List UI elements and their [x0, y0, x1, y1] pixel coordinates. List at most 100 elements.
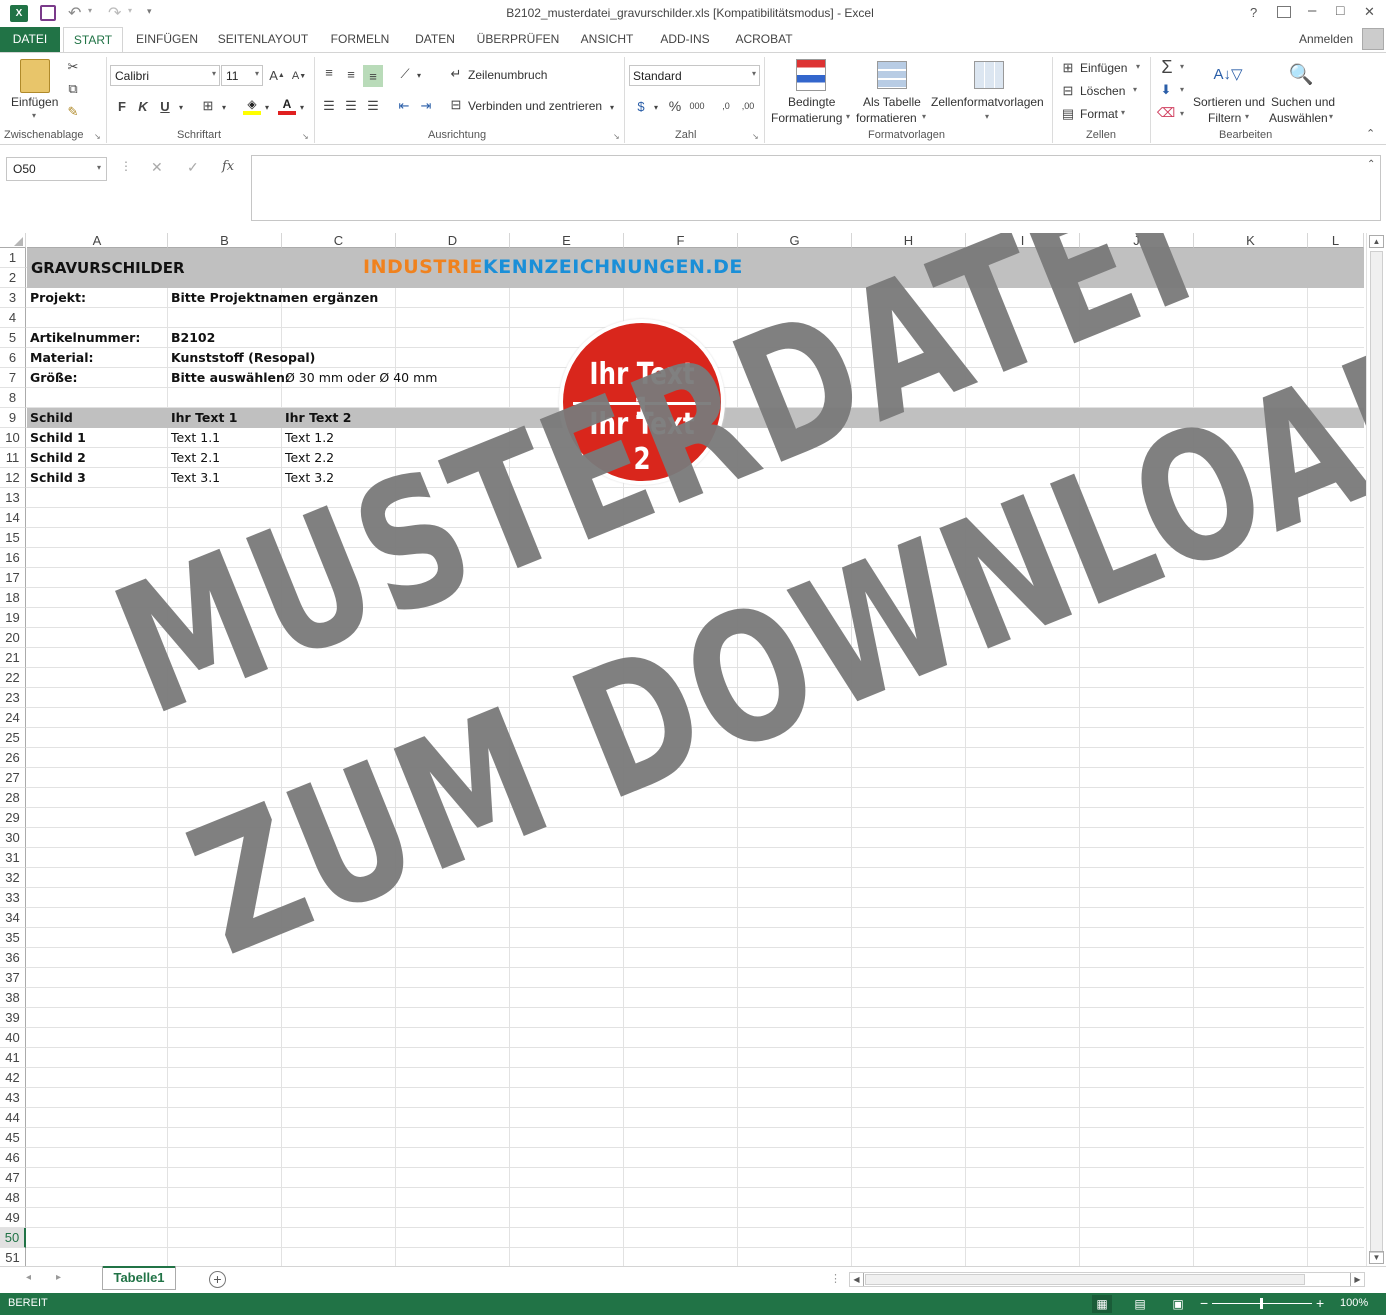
- article-label[interactable]: Artikelnummer:: [27, 328, 140, 348]
- merge-center-button[interactable]: Verbinden und zentrieren: [468, 99, 602, 113]
- page-break-view-icon[interactable]: ▣: [1170, 1295, 1186, 1313]
- row-header-24[interactable]: 24: [0, 708, 26, 728]
- project-value[interactable]: Bitte Projektnamen ergänzen: [168, 288, 378, 308]
- decrease-indent-icon[interactable]: ⇤: [395, 97, 413, 115]
- row-header-50[interactable]: 50: [0, 1228, 26, 1248]
- number-format-select[interactable]: Standard ▾: [629, 65, 760, 86]
- decrease-font-icon[interactable]: A ▼: [291, 67, 307, 85]
- cell-styles-dropdown-icon[interactable]: ▾: [985, 112, 989, 121]
- merge-dropdown-icon[interactable]: ▾: [607, 101, 617, 113]
- tab-add-ins[interactable]: ADD-INS: [652, 27, 718, 52]
- orientation-icon[interactable]: ⟋: [396, 65, 414, 83]
- clear-icon[interactable]: ⌫: [1157, 104, 1175, 122]
- table-cell-r2-text2[interactable]: Text 2.2: [282, 448, 334, 468]
- sheet-tab-tabelle1[interactable]: Tabelle1: [102, 1266, 176, 1290]
- row-header-15[interactable]: 15: [0, 528, 26, 548]
- row-header-32[interactable]: 32: [0, 868, 26, 888]
- italic-button[interactable]: K: [134, 97, 152, 115]
- cell-styles-icon[interactable]: [974, 61, 1004, 89]
- row-header-43[interactable]: 43: [0, 1088, 26, 1108]
- tab-datei[interactable]: DATEI: [0, 27, 60, 52]
- thousands-button[interactable]: 000: [687, 97, 707, 115]
- table-header-schild[interactable]: Schild: [27, 408, 73, 428]
- spreadsheet-grid[interactable]: ABCDEFGHIJKL 1 2 3 4 5 6 7 8 9 10 11 12 13 14 15 16 17 18…: [0, 233, 1386, 1266]
- horizontal-scrollbar[interactable]: ◀ ▶: [849, 1272, 1365, 1287]
- row-header-22[interactable]: 22: [0, 668, 26, 688]
- decrease-decimal-icon[interactable]: ,00: [739, 97, 757, 115]
- row-header-28[interactable]: 28: [0, 788, 26, 808]
- font-name-select[interactable]: Calibri ▾: [110, 65, 220, 86]
- excel-logo-icon[interactable]: X: [10, 5, 28, 22]
- confirm-entry-icon[interactable]: ✓: [187, 159, 199, 176]
- size-options[interactable]: Ø 30 mm oder Ø 40 mm: [282, 368, 437, 388]
- sort-filter-label2[interactable]: Filtern: [1208, 111, 1241, 125]
- undo-dropdown-icon[interactable]: ▾: [88, 6, 92, 15]
- delete-dropdown-icon[interactable]: ▾: [1133, 85, 1137, 94]
- expand-formula-icon[interactable]: ⌃: [1367, 159, 1375, 170]
- bold-button[interactable]: F: [113, 97, 131, 115]
- table-cell-r3-schild[interactable]: Schild 3: [27, 468, 86, 488]
- table-cell-r1-text1[interactable]: Text 1.1: [168, 428, 220, 448]
- zoom-level[interactable]: 100%: [1340, 1297, 1368, 1309]
- minimize-button[interactable]: –: [1308, 2, 1316, 19]
- column-header-f[interactable]: F: [624, 233, 738, 248]
- fill-color-icon[interactable]: ◈: [243, 97, 261, 115]
- row-header-14[interactable]: 14: [0, 508, 26, 528]
- find-dropdown-icon[interactable]: ▾: [1329, 112, 1333, 121]
- column-header-k[interactable]: K: [1194, 233, 1308, 248]
- clipboard-launcher-icon[interactable]: ↘: [94, 132, 101, 141]
- row-header-40[interactable]: 40: [0, 1028, 26, 1048]
- font-launcher-icon[interactable]: ↘: [302, 132, 309, 141]
- next-sheet-icon[interactable]: ▸: [56, 1272, 61, 1283]
- undo-icon[interactable]: ↶: [68, 3, 81, 23]
- project-label[interactable]: Projekt:: [27, 288, 86, 308]
- tab-daten[interactable]: DATEN: [405, 27, 465, 52]
- row-header-11[interactable]: 11: [0, 448, 26, 468]
- table-cell-r2-text1[interactable]: Text 2.1: [168, 448, 220, 468]
- format-as-table-label2[interactable]: formatieren: [856, 111, 917, 125]
- row-header-18[interactable]: 18: [0, 588, 26, 608]
- row-header-41[interactable]: 41: [0, 1048, 26, 1068]
- insert-function-button[interactable]: fx: [222, 159, 234, 174]
- accounting-format-icon[interactable]: $: [632, 97, 650, 115]
- fill-icon[interactable]: ⬇: [1157, 81, 1175, 99]
- row-header-51[interactable]: 51: [0, 1248, 26, 1266]
- row-header-48[interactable]: 48: [0, 1188, 26, 1208]
- increase-decimal-icon[interactable]: ,0: [717, 97, 735, 115]
- column-header-l[interactable]: L: [1308, 233, 1364, 248]
- row-header-23[interactable]: 23: [0, 688, 26, 708]
- close-button[interactable]: ✕: [1364, 4, 1375, 20]
- row-header-10[interactable]: 10: [0, 428, 26, 448]
- paste-icon[interactable]: [20, 59, 50, 93]
- percent-button[interactable]: %: [667, 97, 683, 115]
- delete-cells-icon[interactable]: ⊟: [1059, 82, 1077, 100]
- vertical-scrollbar[interactable]: ▲ ▼: [1366, 233, 1386, 1266]
- row-header-46[interactable]: 46: [0, 1148, 26, 1168]
- row-header-5[interactable]: 5: [0, 328, 26, 348]
- table-header-text1[interactable]: Ihr Text 1: [168, 408, 238, 428]
- row-header-27[interactable]: 27: [0, 768, 26, 788]
- conditional-formatting-icon[interactable]: [796, 59, 826, 91]
- insert-dropdown-icon[interactable]: ▾: [1136, 62, 1140, 71]
- align-bottom-icon[interactable]: ≡: [363, 65, 383, 87]
- conditional-dropdown-icon[interactable]: ▾: [846, 112, 850, 121]
- formula-input[interactable]: [251, 155, 1381, 221]
- restore-button[interactable]: □: [1336, 2, 1344, 18]
- material-label[interactable]: Material:: [27, 348, 94, 368]
- hscroll-left-icon[interactable]: ◀: [850, 1273, 864, 1286]
- redo-dropdown-icon[interactable]: ▾: [128, 6, 132, 15]
- sort-filter-label1[interactable]: Sortieren und: [1193, 95, 1265, 109]
- table-cell-r1-text2[interactable]: Text 1.2: [282, 428, 334, 448]
- row-header-16[interactable]: 16: [0, 548, 26, 568]
- underline-dropdown-icon[interactable]: ▾: [176, 101, 186, 113]
- align-right-icon[interactable]: ☰: [364, 97, 382, 115]
- row-header-19[interactable]: 19: [0, 608, 26, 628]
- borders-icon[interactable]: ⊞: [199, 97, 217, 115]
- wrap-text-button[interactable]: Zeilenumbruch: [468, 68, 547, 82]
- hscroll-thumb[interactable]: [865, 1274, 1305, 1285]
- column-header-h[interactable]: H: [852, 233, 966, 248]
- save-icon[interactable]: [40, 5, 56, 21]
- cancel-entry-icon[interactable]: ✕: [151, 159, 163, 176]
- sheet-title[interactable]: GRAVURSCHILDER: [28, 258, 185, 278]
- row-header-30[interactable]: 30: [0, 828, 26, 848]
